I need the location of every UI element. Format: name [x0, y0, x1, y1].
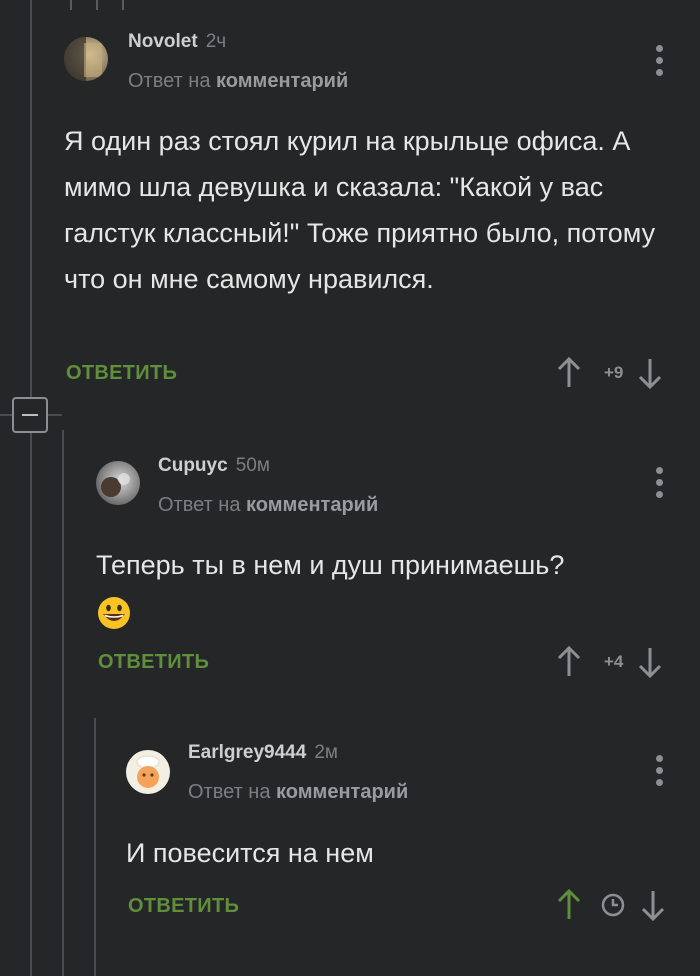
- comment-text: И повесится на нем: [126, 838, 374, 868]
- avatar-image: [64, 37, 102, 81]
- thread-line: [94, 718, 96, 976]
- thread-line-stub: [70, 0, 72, 10]
- reply-button[interactable]: ОТВЕТИТЬ: [98, 651, 209, 674]
- more-options-icon[interactable]: [654, 467, 664, 501]
- clock-icon: [601, 893, 625, 917]
- comment-author[interactable]: Novolet 2ч: [128, 31, 226, 53]
- avatar-image: [136, 755, 160, 788]
- vote-controls: +9: [556, 356, 663, 390]
- thread-line: [30, 0, 32, 397]
- reply-button[interactable]: ОТВЕТИТЬ: [128, 895, 239, 918]
- upvote-icon[interactable]: [556, 888, 582, 922]
- vote-controls: +4: [556, 645, 663, 679]
- comment-text-content: Теперь ты в нем и душ принимаешь?: [96, 550, 565, 580]
- thread-line-stub: [96, 0, 98, 10]
- more-options-icon[interactable]: [654, 45, 664, 79]
- comment-author[interactable]: Cupuyc 50м: [158, 455, 270, 477]
- thread-connector: [48, 414, 62, 416]
- upvote-icon[interactable]: [556, 645, 582, 679]
- grinning-face-icon: [98, 596, 130, 629]
- comment-score: +4: [604, 652, 624, 671]
- avatar[interactable]: [96, 461, 140, 505]
- reply-button[interactable]: ОТВЕТИТЬ: [66, 362, 177, 385]
- thread-line: [30, 433, 32, 976]
- reply-to-link[interactable]: Ответ на комментарий: [158, 494, 378, 517]
- reply-to-link[interactable]: Ответ на комментарий: [128, 70, 348, 93]
- avatar[interactable]: [64, 37, 108, 81]
- thread-line: [62, 430, 64, 976]
- upvote-icon[interactable]: [556, 356, 582, 390]
- downvote-icon[interactable]: [637, 356, 663, 390]
- avatar-image: [101, 473, 130, 497]
- comment-author[interactable]: Earlgrey9444 2м: [188, 742, 338, 764]
- thread-connector: [0, 414, 12, 416]
- avatar[interactable]: [126, 750, 170, 794]
- thread-line-stub: [122, 0, 124, 10]
- comment-time: 2ч: [205, 31, 227, 52]
- more-options-icon[interactable]: [654, 755, 664, 789]
- downvote-icon[interactable]: [640, 888, 666, 922]
- comment-text: Я один раз стоял курил на крыльце офиса.…: [64, 126, 656, 294]
- reply-to-link[interactable]: Ответ на комментарий: [188, 781, 408, 804]
- downvote-icon[interactable]: [637, 645, 663, 679]
- comment-text: Теперь ты в нем и душ принимаешь?: [96, 542, 666, 634]
- vote-controls: [556, 888, 666, 922]
- comment-time: 2м: [314, 742, 338, 763]
- comment-time: 50м: [235, 455, 270, 476]
- comment-thread: Novolet 2ч Ответ на комментарий Я один ра…: [0, 0, 700, 976]
- comment-score: +9: [604, 363, 624, 382]
- collapse-thread-button[interactable]: [12, 397, 48, 433]
